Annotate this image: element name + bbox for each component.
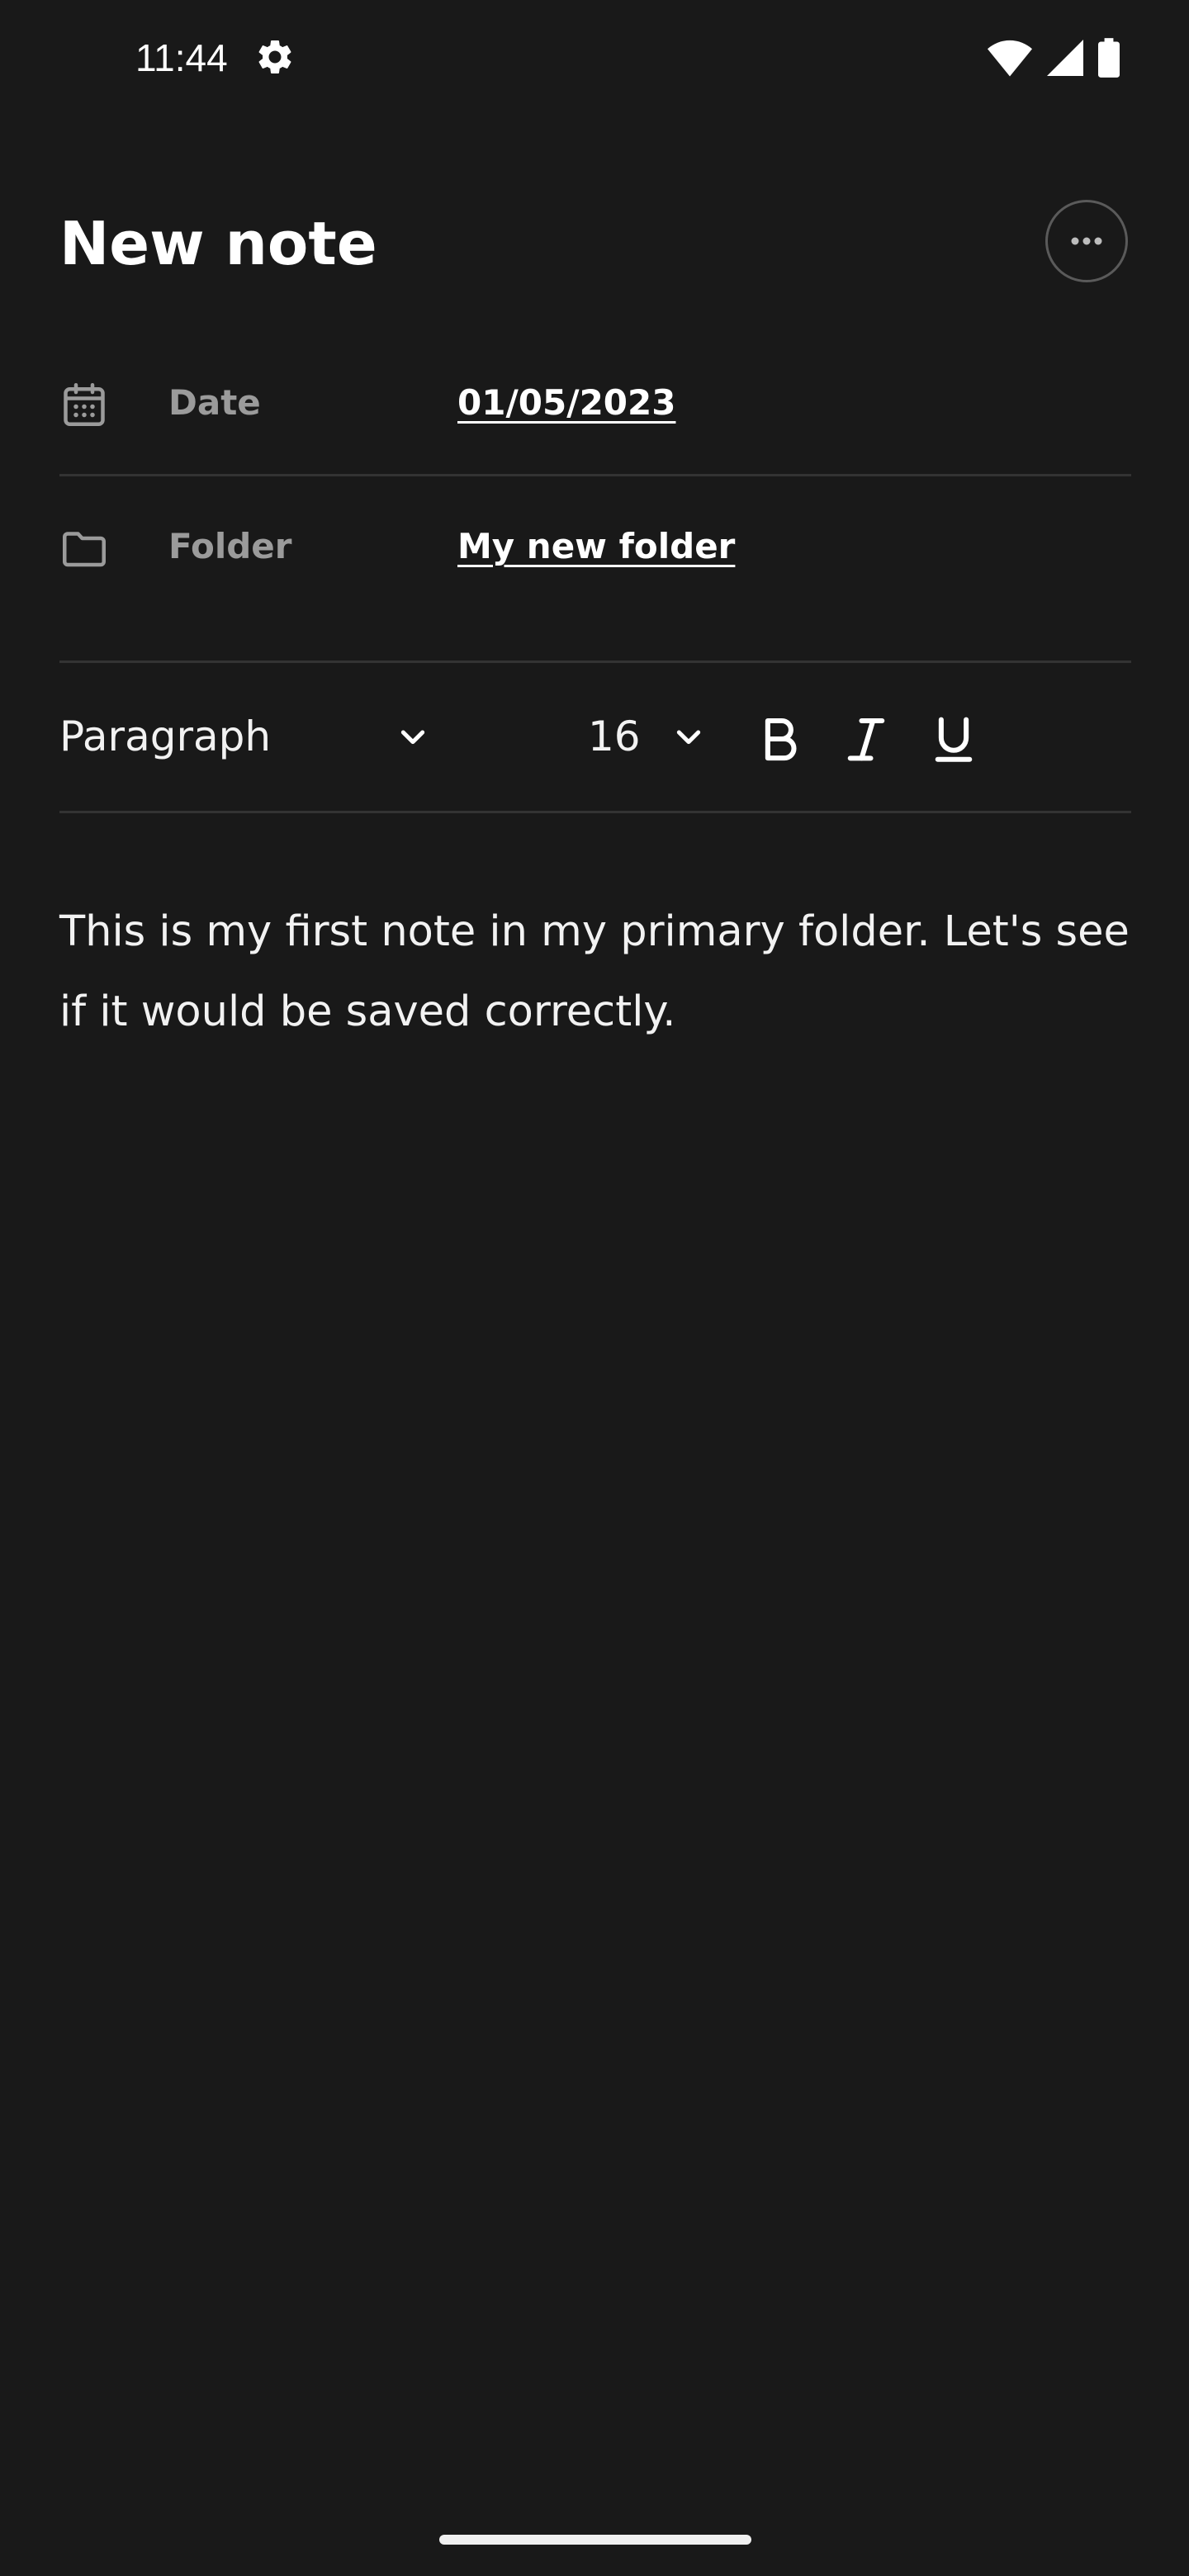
folder-value-link[interactable]: My new folder [457,522,735,571]
more-options-button[interactable] [1045,200,1128,282]
bold-icon[interactable] [753,712,808,766]
home-indicator[interactable] [439,2535,751,2545]
folder-icon [63,532,106,567]
note-body-text[interactable]: This is my first note in my primary fold… [59,892,1131,1052]
folder-row: Folder My new folder [59,507,1131,590]
page-title: New note [59,209,377,278]
divider [59,811,1131,813]
status-time: 11:44 [135,36,228,79]
divider [59,661,1131,663]
date-row: Date 01/05/2023 [59,363,1131,446]
date-value-link[interactable]: 01/05/2023 [457,378,675,428]
folder-label: Folder [168,526,292,566]
divider [59,474,1131,476]
calendar-icon [64,383,105,426]
more-horizontal-icon [1071,237,1102,245]
block-type-value: Paragraph [59,713,272,760]
date-label: Date [168,382,261,423]
italic-icon[interactable] [839,712,893,766]
font-size-value: 16 [588,713,641,760]
settings-gear-icon [258,40,291,73]
underline-icon[interactable] [926,712,981,766]
cell-signal-icon [1047,40,1083,76]
status-bar: 11:44 [0,0,1189,116]
battery-icon [1098,38,1120,78]
chevron-down-icon [676,730,701,745]
wifi-icon [988,40,1032,77]
status-icons [988,35,1120,81]
font-size-select[interactable]: 16 [530,695,712,778]
formatting-toolbar: Paragraph 16 [59,695,1131,778]
chevron-down-icon [400,730,425,745]
block-type-select[interactable]: Paragraph [59,695,439,778]
